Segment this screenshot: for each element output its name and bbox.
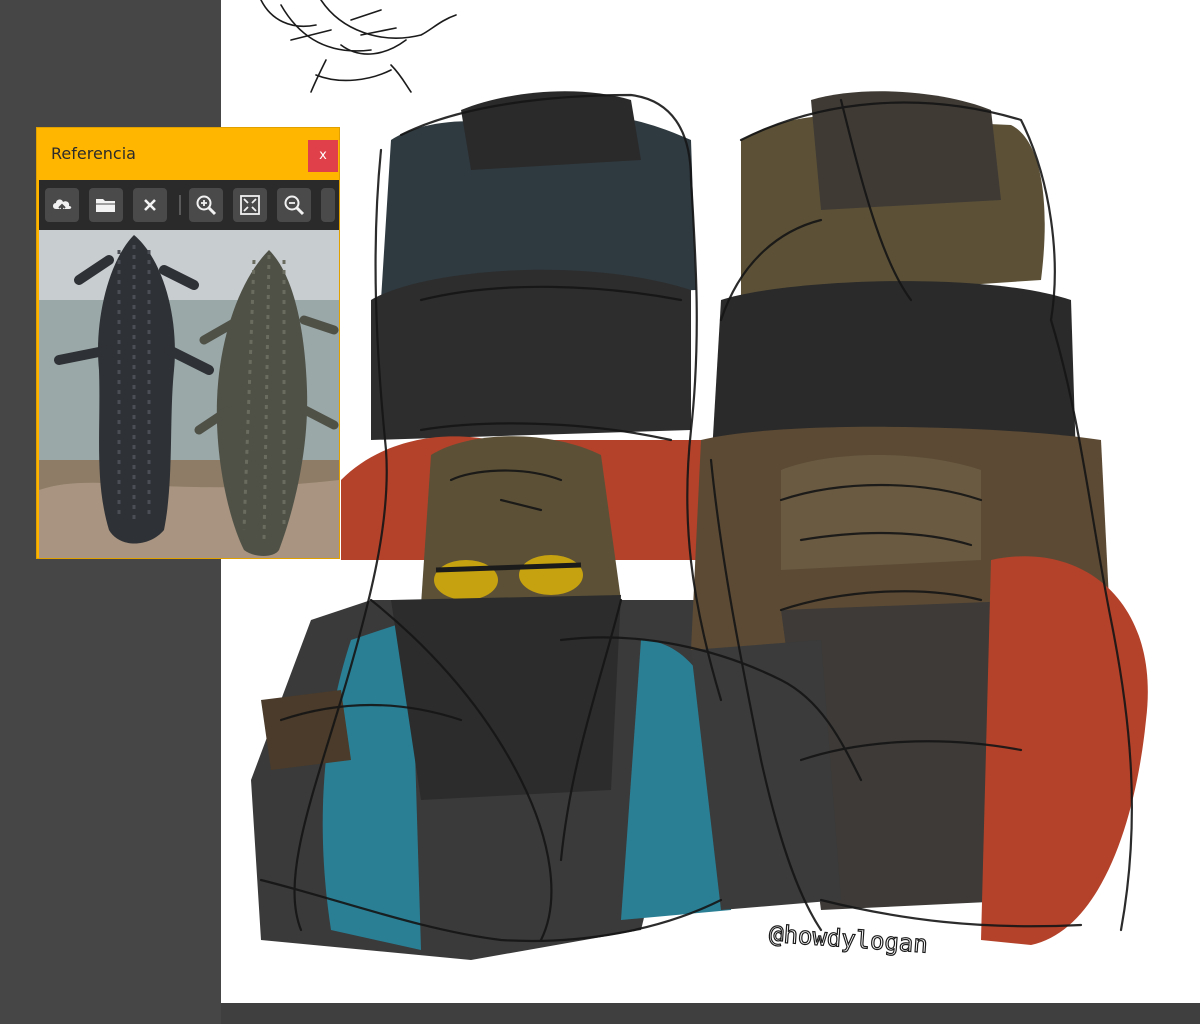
zoom-out-icon bbox=[284, 195, 305, 216]
zoom-out-button[interactable] bbox=[277, 188, 311, 222]
drawing-canvas[interactable]: @howdylogan bbox=[221, 0, 1200, 1003]
clear-reference-button[interactable] bbox=[133, 188, 167, 222]
folder-icon bbox=[96, 199, 116, 212]
alligator-crocodile-photo bbox=[39, 230, 339, 558]
toolbar-divider bbox=[179, 195, 181, 215]
status-strip bbox=[221, 1003, 1200, 1024]
fit-to-view-button[interactable] bbox=[233, 188, 267, 222]
reference-panel: Referencia x bbox=[36, 127, 340, 559]
cloud-upload-icon bbox=[53, 199, 72, 214]
open-folder-button[interactable] bbox=[89, 188, 123, 222]
fit-screen-icon bbox=[240, 195, 260, 215]
close-icon: x bbox=[319, 148, 327, 163]
reference-panel-titlebar[interactable]: Referencia x bbox=[37, 128, 339, 180]
zoom-in-button[interactable] bbox=[189, 188, 223, 222]
right-figure bbox=[691, 91, 1148, 945]
close-button[interactable]: x bbox=[308, 140, 338, 172]
reference-panel-title: Referencia bbox=[51, 144, 136, 163]
toolbar-overflow-button[interactable] bbox=[321, 188, 335, 222]
close-icon bbox=[144, 199, 156, 211]
zoom-in-icon bbox=[196, 195, 217, 216]
import-reference-button[interactable] bbox=[45, 188, 79, 222]
top-sketch bbox=[260, 0, 457, 93]
reference-toolbar bbox=[39, 180, 339, 230]
reference-image[interactable] bbox=[39, 230, 339, 558]
artwork: @howdylogan bbox=[251, 0, 1148, 960]
artist-signature: @howdylogan bbox=[768, 920, 929, 959]
